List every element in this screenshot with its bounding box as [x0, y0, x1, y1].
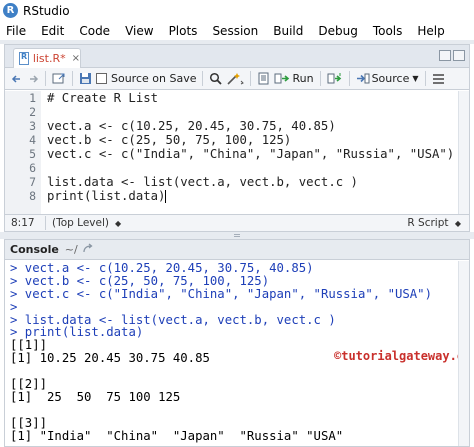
cursor-position: 8:17 [11, 217, 35, 229]
console-pane: Console ~/ > vect.a <- c(10.25, 20.45, 3… [4, 239, 470, 447]
code-line: vect.b <- c(25, 50, 75, 100, 125) [47, 133, 292, 147]
tab-close-icon[interactable]: × [72, 53, 80, 64]
menu-build[interactable]: Build [273, 24, 303, 38]
forward-arrow-icon[interactable] [25, 70, 41, 88]
line-number: 3 [29, 119, 36, 133]
console-output-line: [1] 25 50 75 100 125 [10, 389, 181, 404]
file-type-dropdown-icon: ◆ [454, 219, 461, 228]
run-button[interactable]: Run [272, 70, 315, 88]
menu-plots[interactable]: Plots [169, 24, 198, 38]
toolbar-divider [250, 71, 252, 86]
menu-tools[interactable]: Tools [373, 24, 403, 38]
pane-splitter[interactable] [0, 232, 474, 239]
console-output-line: [[2]] [10, 377, 48, 392]
watermark-text: ©tutorialgateway.org [334, 349, 470, 363]
editor-tab-bar: list.R* × [5, 45, 469, 68]
toolbar-divider [424, 71, 426, 86]
file-type-selector[interactable]: R Script ◆ [407, 217, 461, 229]
console-input-line: > [10, 299, 18, 314]
code-lines: # Create R List vect.a <- c(10.25, 20.45… [47, 91, 454, 203]
toolbar-divider [202, 71, 204, 86]
source-on-save-label: Source on Save [111, 72, 197, 85]
working-directory: ~/ [64, 243, 78, 256]
minimize-pane-icon[interactable] [439, 50, 451, 61]
menu-code[interactable]: Code [79, 24, 110, 38]
code-line: # Create R List [47, 91, 159, 105]
line-number: 7 [29, 175, 36, 189]
menu-file[interactable]: File [6, 24, 26, 38]
code-editor[interactable]: 1 2 3 4 5 6 7 8 # Create R List vect.a <… [5, 91, 469, 215]
splitter-grip-icon[interactable] [234, 234, 240, 237]
console-output-line: [1] "India" "China" "Japan" "Russia" "US… [10, 428, 344, 443]
source-on-save-checkbox[interactable] [96, 73, 107, 84]
code-line: vect.a <- c(10.25, 20.45, 30.75, 40.85) [47, 119, 336, 133]
menu-help[interactable]: Help [417, 24, 444, 38]
tab-list-r[interactable]: list.R* × [13, 48, 81, 68]
source-button[interactable]: Source ▼ [354, 70, 421, 88]
code-tools-wand-icon[interactable] [224, 70, 246, 88]
file-type-label: R Script [407, 217, 449, 229]
line-number: 4 [29, 133, 36, 147]
tab-label: list.R* [32, 52, 66, 65]
toolbar-divider [45, 71, 46, 86]
title-bar: R RStudio [0, 0, 474, 21]
toolbar-divider [348, 71, 350, 86]
scope-label: (Top Level) [52, 217, 109, 229]
back-arrow-icon[interactable] [9, 70, 25, 88]
scope-selector[interactable]: (Top Level) ◆ [45, 216, 121, 230]
console-title[interactable]: Console [10, 243, 59, 256]
source-editor-pane: list.R* × Source on Save [4, 44, 470, 232]
code-line: vect.c <- c("India", "China", "Japan", "… [47, 147, 455, 161]
console-header: Console ~/ [5, 240, 469, 260]
console-input-line: > print(list.data) [10, 325, 144, 340]
editor-scrollbar[interactable] [458, 91, 469, 215]
line-number: 5 [29, 147, 36, 161]
line-number-gutter: 1 2 3 4 5 6 7 8 [5, 91, 41, 215]
line-number: 1 [29, 91, 36, 105]
menu-edit[interactable]: Edit [41, 24, 64, 38]
compile-report-icon[interactable] [255, 70, 272, 88]
menu-view[interactable]: View [125, 24, 153, 38]
toolbar-divider [319, 71, 321, 86]
save-icon[interactable] [77, 70, 94, 88]
source-dropdown-icon[interactable]: ▼ [412, 74, 418, 83]
go-to-directory-icon[interactable] [82, 242, 94, 257]
maximize-pane-icon[interactable] [453, 50, 465, 61]
console-input-line: > vect.b <- c(25, 50, 75, 100, 125) [10, 273, 270, 288]
menu-session[interactable]: Session [212, 24, 258, 38]
console-input-line: > vect.c <- c("India", "China", "Japan",… [10, 286, 432, 301]
source-on-save-toggle[interactable]: Source on Save [94, 70, 198, 88]
console-input-line: > vect.a <- c(10.25, 20.45, 30.75, 40.85… [10, 261, 314, 275]
code-line: print(list.data) [47, 189, 166, 203]
pane-controls [439, 50, 465, 61]
console-output-line: [[3]] [10, 415, 48, 430]
line-number: 2 [29, 105, 36, 119]
rerun-icon[interactable] [325, 70, 345, 88]
code-line-with-cursor: print(list.data) [47, 189, 454, 203]
run-label: Run [292, 72, 314, 85]
show-in-window-icon[interactable] [50, 70, 68, 88]
window-title: RStudio [23, 3, 70, 18]
menu-bar: File Edit Code View Plots Session Build … [0, 21, 474, 40]
source-label: Source [371, 72, 410, 85]
code-line: list.data <- list(vect.a, vect.b, vect.c… [47, 175, 358, 189]
console-scrollbar[interactable] [458, 261, 469, 446]
line-number: 6 [29, 161, 36, 175]
menu-debug[interactable]: Debug [318, 24, 357, 38]
text-cursor [165, 190, 167, 203]
rstudio-logo-icon: R [3, 3, 18, 18]
editor-toolbar: Source on Save Run Source ▼ [5, 68, 469, 90]
editor-status-bar: 8:17 (Top Level) ◆ R Script ◆ [5, 214, 469, 231]
search-icon[interactable] [207, 70, 224, 88]
r-file-icon [19, 52, 29, 65]
scope-dropdown-icon: ◆ [114, 218, 122, 228]
outline-menu-icon[interactable] [430, 70, 447, 88]
line-number: 8 [29, 189, 36, 203]
toolbar-divider [72, 71, 73, 86]
